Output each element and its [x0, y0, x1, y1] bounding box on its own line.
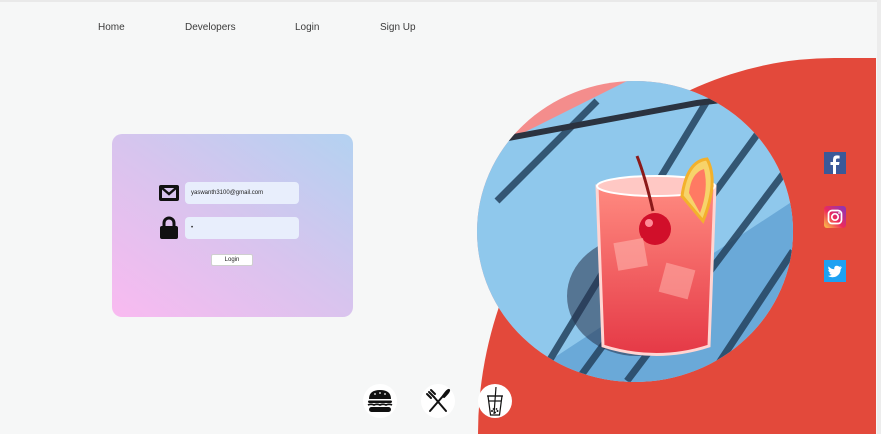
instagram-icon[interactable]	[824, 206, 846, 228]
facebook-icon[interactable]	[824, 152, 846, 174]
scrollbar[interactable]	[877, 0, 881, 434]
nav-signup-link[interactable]: Sign Up	[380, 22, 416, 33]
cocktail-photo	[477, 81, 793, 382]
drink-category-button[interactable]	[478, 384, 512, 418]
login-button[interactable]: Login	[211, 254, 253, 266]
email-field[interactable]: yaswanth3100@gmail.com	[185, 182, 299, 204]
cutlery-category-button[interactable]	[421, 384, 455, 418]
top-border	[0, 0, 881, 2]
nav-developers-link[interactable]: Developers	[185, 22, 236, 33]
password-field[interactable]: •	[185, 217, 299, 239]
envelope-icon	[158, 182, 180, 209]
nav-home-link[interactable]: Home	[98, 22, 125, 33]
twitter-icon[interactable]	[824, 260, 846, 282]
lock-icon	[158, 216, 180, 245]
nav-login-link[interactable]: Login	[295, 22, 319, 33]
login-card: yaswanth3100@gmail.com • Login	[112, 134, 353, 317]
burger-category-button[interactable]	[363, 384, 397, 418]
